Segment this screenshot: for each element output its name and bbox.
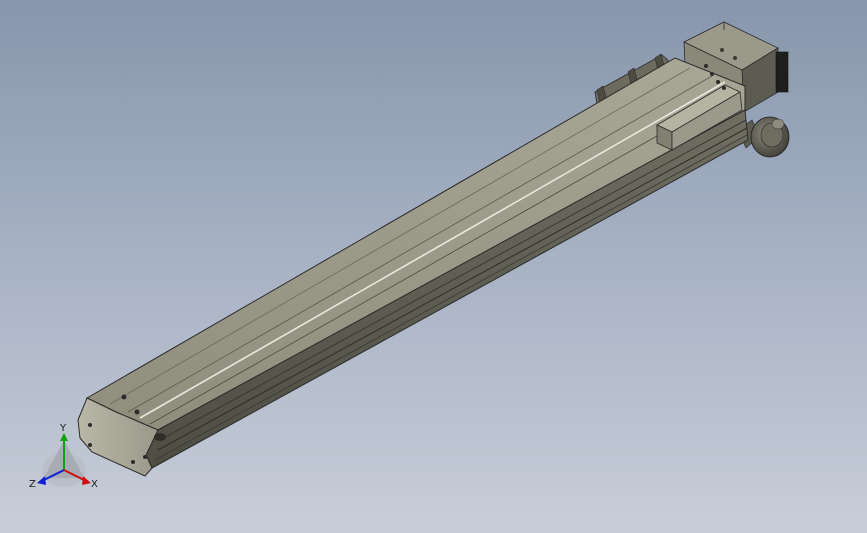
actuator-body <box>77 57 749 477</box>
graphics-viewport[interactable]: Y X Z <box>0 0 867 533</box>
triad-x-label: X <box>91 479 98 490</box>
triad-y-label: Y <box>59 423 67 434</box>
model-view[interactable]: Y X Z <box>0 0 867 533</box>
triad-z-label: Z <box>29 479 36 490</box>
